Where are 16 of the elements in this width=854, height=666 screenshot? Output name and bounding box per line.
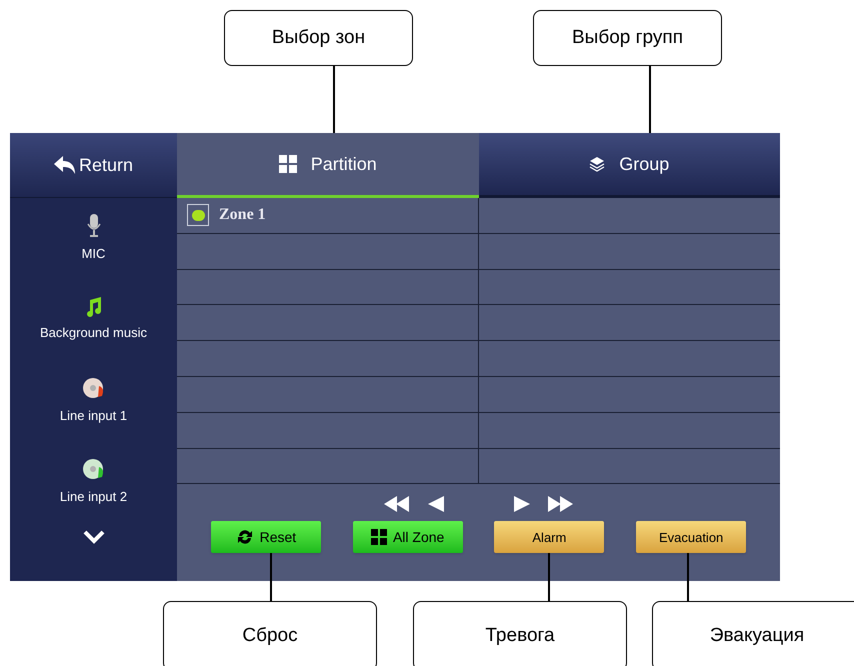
sidebar-item[interactable]: Line input 2 bbox=[10, 441, 177, 522]
sidebar-item[interactable]: MIC bbox=[10, 198, 177, 279]
action-button[interactable]: Reset bbox=[210, 521, 321, 554]
callout-box: Выбор групп bbox=[533, 10, 722, 66]
zone-item[interactable]: Zone 1 bbox=[177, 198, 478, 234]
callout-box: Тревога bbox=[413, 601, 627, 666]
action-button[interactable]: All Zone bbox=[352, 521, 463, 554]
action-button[interactable]: Alarm bbox=[494, 521, 604, 554]
callout-box: Эвакуация bbox=[652, 601, 854, 666]
tab[interactable]: Group bbox=[478, 133, 780, 198]
callout-box: Выбор зон bbox=[224, 10, 413, 66]
sidebar-item[interactable]: Line input 1 bbox=[10, 360, 177, 441]
sidebar-item[interactable]: Background music bbox=[10, 279, 177, 360]
action-button[interactable]: Evacuation bbox=[636, 521, 746, 554]
return-button[interactable]: Return bbox=[54, 152, 134, 178]
callout-box: Сброс bbox=[163, 601, 377, 666]
